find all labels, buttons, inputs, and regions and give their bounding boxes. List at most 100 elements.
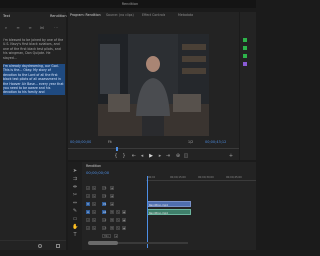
transcript-paragraph-2[interactable]: I'm already daydreaming, our God. This i… bbox=[3, 64, 65, 95]
track-header-a3[interactable]: ᐊ ⇆ A3 M S ● bbox=[84, 224, 146, 231]
clip-name: Rendition.mp4 bbox=[149, 203, 168, 207]
mic-icon[interactable]: ● bbox=[122, 209, 126, 214]
mute-icon[interactable]: M bbox=[110, 217, 114, 222]
video-image bbox=[98, 34, 209, 136]
eye-icon[interactable]: ◉ bbox=[110, 193, 114, 198]
track-sync-icon[interactable]: ⇆ bbox=[92, 209, 96, 214]
razor-tool-icon[interactable]: ✂ bbox=[72, 192, 78, 198]
mic-icon[interactable]: ● bbox=[122, 217, 126, 222]
ripple-edit-tool-icon[interactable]: ⇼ bbox=[72, 184, 78, 190]
label-color-green[interactable] bbox=[243, 54, 247, 58]
ruler-tick: 00;00;15;00 bbox=[170, 176, 186, 179]
track-name[interactable]: V3 bbox=[102, 185, 106, 190]
title-bar: Rendition bbox=[0, 0, 256, 8]
tab-program[interactable]: Program: Rendition bbox=[70, 13, 101, 17]
track-header-a2[interactable]: ᐊ ⇆ A2 M S ● bbox=[84, 216, 146, 223]
track-sync-icon[interactable]: ⇆ bbox=[92, 193, 96, 198]
export-frame-icon[interactable]: ◫ bbox=[183, 153, 189, 159]
list-icon[interactable]: ≡ bbox=[15, 26, 21, 30]
mic-icon[interactable]: ● bbox=[122, 225, 126, 230]
transcript-paragraph-1[interactable]: i'm blessed to be joined by one of the U… bbox=[3, 38, 65, 60]
play-icon[interactable]: ▶ bbox=[148, 153, 154, 159]
track-header-a1[interactable]: A ⇆ A1 M S ● bbox=[84, 208, 146, 215]
video-frame[interactable] bbox=[98, 34, 209, 136]
track-lock-icon[interactable]: ᐊ bbox=[86, 217, 90, 222]
label-color-green[interactable] bbox=[243, 38, 247, 42]
tab-source[interactable]: Source: (no clips) bbox=[106, 13, 134, 17]
search-icon[interactable]: ⌕ bbox=[3, 26, 9, 30]
track-name[interactable]: A1 bbox=[102, 209, 106, 214]
link-icon[interactable]: ∞ bbox=[27, 26, 33, 30]
zoom-select[interactable]: Fit bbox=[108, 140, 112, 144]
solo-icon[interactable]: S bbox=[116, 225, 120, 230]
monitor-playhead[interactable] bbox=[116, 147, 118, 151]
tools-panel: ➤ ⇉ ⇼ ✂ ⇔ ✎ ▭ ✋ T bbox=[68, 162, 82, 250]
track-sync-icon[interactable]: ⇆ bbox=[92, 217, 96, 222]
text-panel-footer bbox=[0, 240, 66, 250]
volume-icon[interactable]: ◂ bbox=[114, 233, 118, 238]
mute-icon[interactable]: M bbox=[110, 225, 114, 230]
mark-in-icon[interactable]: { bbox=[113, 153, 119, 159]
eye-icon[interactable]: ◉ bbox=[110, 185, 114, 190]
ruler-tick: 00;00;45;00 bbox=[226, 176, 242, 179]
eye-icon[interactable]: ◉ bbox=[110, 201, 114, 206]
track-sync-icon[interactable]: ⇆ bbox=[92, 225, 96, 230]
source-patch-a1[interactable]: A bbox=[86, 209, 90, 214]
selection-tool-icon[interactable]: ➤ bbox=[72, 168, 78, 174]
track-name[interactable]: V1 bbox=[102, 201, 106, 206]
track-lock-icon[interactable]: ᐊ bbox=[86, 193, 90, 198]
track-sync-icon[interactable]: ⇆ bbox=[92, 185, 96, 190]
video-clip[interactable]: Rendition.mp4 bbox=[147, 200, 191, 207]
timeline-playhead[interactable] bbox=[147, 176, 148, 248]
track-name[interactable]: A3 bbox=[102, 225, 106, 230]
track-header-v1[interactable]: V ⇆ V1 ◉ bbox=[84, 200, 146, 207]
ruler-tick: 00;00 bbox=[148, 176, 156, 179]
right-panel bbox=[240, 12, 256, 160]
timeline-panel: Rendition 00;00;00;00 00;00 00;00;15;00 … bbox=[68, 162, 256, 250]
text-panel-tab[interactable]: Text bbox=[3, 14, 10, 18]
go-to-in-icon[interactable]: ⇤ bbox=[131, 153, 137, 159]
label-color-purple[interactable] bbox=[243, 62, 247, 66]
track-header-mix[interactable]: Mix ◂ bbox=[84, 232, 146, 239]
slip-tool-icon[interactable]: ⇔ bbox=[72, 200, 78, 206]
track-lock-icon[interactable]: ᐊ bbox=[86, 225, 90, 230]
sequence-tab[interactable]: Rendition bbox=[86, 164, 101, 168]
resolution-select[interactable]: 1/2 bbox=[188, 140, 193, 144]
step-forward-icon[interactable]: ▸ bbox=[157, 153, 163, 159]
sequence-timecode[interactable]: 00;00;00;00 bbox=[86, 170, 109, 175]
track-name[interactable]: Mix bbox=[102, 233, 111, 238]
track-header-v2[interactable]: ᐊ ⇆ V2 ◉ bbox=[84, 192, 146, 199]
transcript-name[interactable]: Rendition bbox=[50, 14, 67, 18]
mute-icon[interactable]: M bbox=[110, 209, 114, 214]
mark-out-icon[interactable]: } bbox=[121, 153, 127, 159]
app-title: Rendition bbox=[121, 2, 139, 6]
record-icon[interactable] bbox=[38, 244, 42, 248]
add-button-icon[interactable]: + bbox=[228, 153, 234, 159]
playhead-timecode[interactable]: 00;00;00;00 bbox=[70, 140, 91, 144]
audio-clip[interactable]: Rendition.mp4 bbox=[147, 208, 191, 215]
solo-icon[interactable]: S bbox=[116, 209, 120, 214]
time-ruler[interactable]: 00;00 00;00;15;00 00;00;30;00 00;00;45;0… bbox=[146, 176, 256, 181]
export-icon[interactable] bbox=[56, 244, 60, 248]
tab-effect-controls[interactable]: Effect Controls bbox=[142, 13, 165, 17]
track-select-tool-icon[interactable]: ⇉ bbox=[72, 176, 78, 182]
insert-icon[interactable]: ⊕ bbox=[175, 153, 181, 159]
more-icon[interactable]: ⋯ bbox=[53, 26, 59, 30]
track-header-v3[interactable]: ᐊ ⇆ V3 ◉ bbox=[84, 184, 146, 191]
track-sync-icon[interactable]: ⇆ bbox=[92, 201, 96, 206]
step-back-icon[interactable]: ◂ bbox=[139, 153, 145, 159]
track-name[interactable]: A2 bbox=[102, 217, 106, 222]
tab-metadata[interactable]: Metadata bbox=[178, 13, 193, 17]
timeline-zoom-handle[interactable] bbox=[88, 241, 118, 245]
source-patch-v1[interactable]: V bbox=[86, 201, 90, 206]
merge-icon[interactable]: ⋈ bbox=[39, 26, 45, 30]
pen-tool-icon[interactable]: ✎ bbox=[72, 208, 78, 214]
label-color-green[interactable] bbox=[243, 46, 247, 50]
go-to-out-icon[interactable]: ⇥ bbox=[165, 153, 171, 159]
track-lock-icon[interactable]: ᐊ bbox=[86, 185, 90, 190]
hand-tool-icon[interactable]: ✋ bbox=[72, 224, 78, 230]
track-name[interactable]: V2 bbox=[102, 193, 106, 198]
solo-icon[interactable]: S bbox=[116, 217, 120, 222]
type-tool-icon[interactable]: T bbox=[72, 232, 78, 238]
rectangle-tool-icon[interactable]: ▭ bbox=[72, 216, 78, 222]
